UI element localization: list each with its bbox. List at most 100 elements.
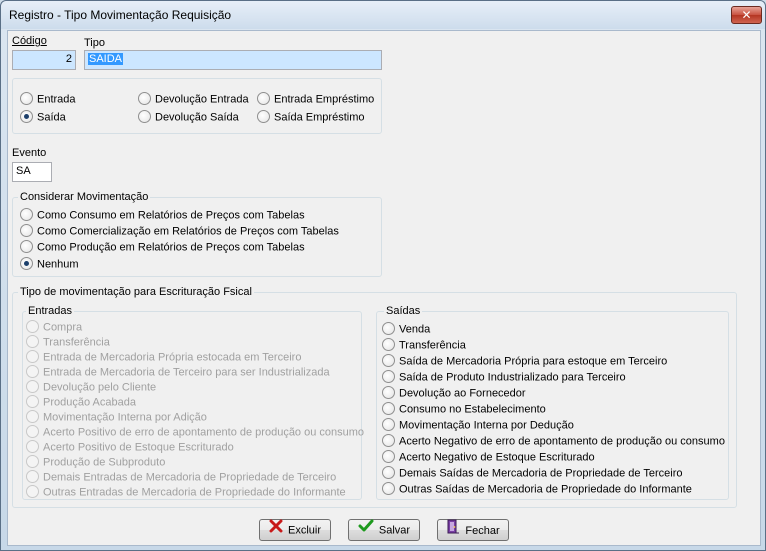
dialog-window: Registro - Tipo Movimentação Requisição …: [0, 0, 766, 551]
radio-label: Nenhum: [37, 258, 79, 271]
radio-label: Movimentação Interna por Dedução: [399, 419, 574, 432]
radio-label: Devolução Entrada: [155, 93, 249, 106]
radio-saida-emprestimo[interactable]: Saída Empréstimo: [257, 110, 365, 126]
radio-circle: [26, 365, 39, 378]
radio-label: Entrada de Mercadoria de Terceiro para s…: [43, 366, 330, 379]
radio-circle: [26, 425, 39, 438]
radio-devolucao-saida[interactable]: Devolução Saída: [138, 110, 239, 126]
saida-option[interactable]: Consumo no Estabelecimento: [382, 402, 546, 418]
entrada-option[interactable]: Entrada de Mercadoria Própria estocada e…: [26, 350, 302, 366]
radio-circle: [20, 110, 33, 123]
saida-option[interactable]: Transferência: [382, 338, 466, 354]
radio-circle: [20, 224, 33, 237]
radio-label: Como Comercialização em Relatórios de Pr…: [37, 225, 339, 238]
entrada-option[interactable]: Entrada de Mercadoria de Terceiro para s…: [26, 365, 330, 381]
radio-circle: [26, 440, 39, 453]
radio-label: Devolução pelo Cliente: [43, 381, 157, 394]
entrada-option[interactable]: Demais Entradas de Mercadoria de Proprie…: [26, 470, 336, 486]
radio-label: Consumo no Estabelecimento: [399, 403, 546, 416]
radio-circle: [26, 380, 39, 393]
evento-field[interactable]: SA: [12, 162, 52, 182]
radio-circle: [382, 450, 395, 463]
entrada-option[interactable]: Transferência: [26, 335, 110, 351]
radio-devolucao-entrada[interactable]: Devolução Entrada: [138, 92, 249, 108]
radio-circle: [382, 386, 395, 399]
radio-label: Devolução Saída: [155, 111, 239, 124]
entrada-option[interactable]: Produção de Subproduto: [26, 455, 166, 471]
close-icon: ✕: [741, 8, 752, 22]
entrada-option[interactable]: Acerto Positivo de erro de apontamento d…: [26, 425, 364, 441]
evento-label: Evento: [12, 147, 47, 159]
salvar-label: Salvar: [378, 524, 411, 537]
excluir-label: Excluir: [287, 524, 321, 537]
radio-label: Produção Acabada: [43, 396, 136, 409]
radio-entrada[interactable]: Entrada: [20, 92, 76, 108]
radio-circle: [382, 370, 395, 383]
saida-option[interactable]: Devolução ao Fornecedor: [382, 386, 526, 402]
radio-circle: [26, 320, 39, 333]
radio-circle: [26, 455, 39, 468]
excluir-button[interactable]: Excluir: [259, 519, 331, 541]
red-x-icon: [269, 519, 283, 540]
tipo-label: Tipo: [84, 37, 105, 49]
salvar-button[interactable]: Salvar: [348, 519, 420, 541]
radio-label: Entrada de Mercadoria Própria estocada e…: [43, 351, 302, 364]
radio-label: Compra: [43, 321, 83, 334]
entrada-option[interactable]: Devolução pelo Cliente: [26, 380, 157, 396]
radio-circle: [26, 350, 39, 363]
radio-circle: [26, 395, 39, 408]
entrada-option[interactable]: Acerto Positivo de Estoque Escriturado: [26, 440, 234, 456]
radio-label: Transferência: [399, 339, 466, 352]
radio-circle: [382, 434, 395, 447]
saida-option[interactable]: Acerto Negativo de erro de apontamento d…: [382, 434, 725, 450]
radio-como-consumo[interactable]: Como Consumo em Relatórios de Preços com…: [20, 208, 305, 224]
radio-label: Produção de Subproduto: [43, 456, 166, 469]
radio-label: Acerto Negativo de erro de apontamento d…: [399, 435, 725, 448]
radio-circle: [382, 338, 395, 351]
radio-label: Saída Empréstimo: [274, 111, 365, 124]
radio-saida[interactable]: Saída: [20, 110, 66, 126]
radio-circle: [382, 402, 395, 415]
tipo-field[interactable]: SAIDA: [84, 50, 382, 70]
radio-label: Saída: [37, 111, 66, 124]
fiscal-title: Tipo de movimentação para Escrituração F…: [18, 286, 254, 298]
radio-circle: [382, 466, 395, 479]
entrada-option[interactable]: Compra: [26, 320, 83, 336]
radio-label: Venda: [399, 323, 431, 336]
saida-option[interactable]: Outras Saídas de Mercadoria de Proprieda…: [382, 482, 692, 498]
radio-circle: [382, 354, 395, 367]
close-button[interactable]: ✕: [731, 6, 762, 24]
radio-como-producao[interactable]: Como Produção em Relatórios de Preços co…: [20, 240, 305, 256]
radio-circle: [26, 470, 39, 483]
radio-label: Demais Saídas de Mercadoria de Proprieda…: [399, 467, 683, 480]
radio-circle: [382, 482, 395, 495]
saida-option[interactable]: Movimentação Interna por Dedução: [382, 418, 574, 434]
saida-option[interactable]: Venda: [382, 322, 431, 338]
radio-como-comercializacao[interactable]: Como Comercialização em Relatórios de Pr…: [20, 224, 339, 240]
fechar-button[interactable]: Fechar: [437, 519, 509, 541]
radio-circle: [20, 257, 33, 270]
entrada-option[interactable]: Produção Acabada: [26, 395, 136, 411]
radio-label: Outras Entradas de Mercadoria de Proprie…: [43, 486, 346, 499]
tipo-field-value: SAIDA: [88, 53, 124, 65]
radio-label: Outras Saídas de Mercadoria de Proprieda…: [399, 483, 692, 496]
title-bar[interactable]: Registro - Tipo Movimentação Requisição …: [1, 1, 765, 29]
codigo-label: Código: [12, 35, 47, 47]
entrada-option[interactable]: Outras Entradas de Mercadoria de Proprie…: [26, 485, 346, 501]
saida-option[interactable]: Saída de Produto Industrializado para Te…: [382, 370, 626, 386]
radio-circle: [382, 418, 395, 431]
radio-nenhum[interactable]: Nenhum: [20, 257, 79, 273]
codigo-field[interactable]: 2: [12, 50, 76, 70]
radio-circle: [138, 92, 151, 105]
entrada-option[interactable]: Movimentação Interna por Adição: [26, 410, 207, 426]
saida-option[interactable]: Acerto Negativo de Estoque Escriturado: [382, 450, 595, 466]
radio-entrada-emprestimo[interactable]: Entrada Empréstimo: [257, 92, 374, 108]
saida-option[interactable]: Saída de Mercadoria Própria para estoque…: [382, 354, 668, 370]
saidas-title: Saídas: [384, 305, 423, 317]
saida-option[interactable]: Demais Saídas de Mercadoria de Proprieda…: [382, 466, 683, 482]
radio-label: Saída de Mercadoria Própria para estoque…: [399, 355, 668, 368]
radio-circle: [382, 322, 395, 335]
radio-label: Movimentação Interna por Adição: [43, 411, 207, 424]
radio-label: Como Consumo em Relatórios de Preços com…: [37, 209, 305, 222]
entradas-title: Entradas: [26, 305, 75, 317]
